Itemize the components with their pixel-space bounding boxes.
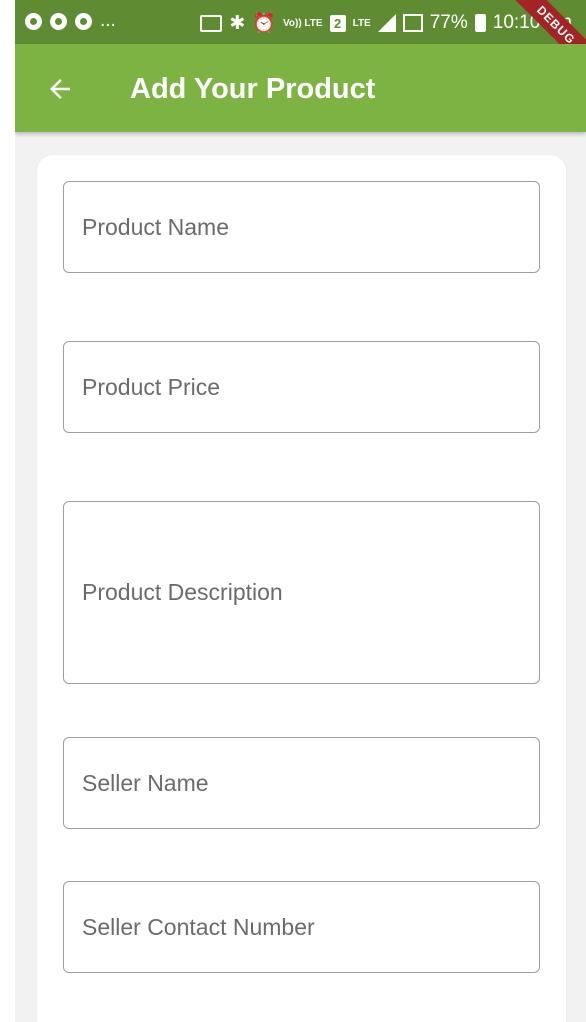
signal-strength-icon	[402, 14, 423, 32]
bluetooth-icon: ✱	[229, 12, 246, 34]
seller-name-placeholder: Seller Name	[82, 769, 209, 796]
product-name-field[interactable]: Product Name	[63, 181, 540, 273]
app-screen: ... ✱ ⏰ Vo)) LTE 2 LTE 77% 10:10 am DEBU…	[15, 0, 586, 1022]
notification-ellipsis: ...	[100, 10, 116, 31]
seller-contact-number-field[interactable]: Seller Contact Number	[63, 881, 540, 973]
product-price-field[interactable]: Product Price	[63, 341, 540, 433]
page-title: Add Your Product	[130, 73, 376, 105]
back-arrow-icon[interactable]	[45, 74, 75, 104]
status-right: ✱ ⏰ Vo)) LTE 2 LTE 77% 10:10 am	[200, 11, 572, 35]
lte-icon: LTE	[352, 17, 371, 29]
sim-icon: 2	[329, 14, 346, 32]
aperture-icon	[75, 12, 92, 30]
status-bar: ... ✱ ⏰ Vo)) LTE 2 LTE 77% 10:10 am DEBU…	[15, 0, 586, 76]
app-bar: Add Your Product	[15, 44, 586, 132]
seller-name-field[interactable]: Seller Name	[63, 737, 540, 829]
seller-contact-number-placeholder: Seller Contact Number	[82, 913, 315, 940]
battery-percent: 77%	[429, 12, 468, 33]
product-description-field[interactable]: Product Description	[63, 501, 540, 684]
product-price-placeholder: Product Price	[82, 373, 221, 400]
battery-icon	[474, 14, 486, 32]
status-left: ...	[25, 10, 116, 32]
volte-icon: Vo)) LTE	[282, 17, 323, 29]
alarm-icon: ⏰	[252, 13, 276, 34]
cast-icon	[200, 14, 223, 32]
aperture-icon	[50, 12, 67, 30]
product-description-placeholder: Product Description	[82, 579, 283, 605]
signal-icon	[377, 14, 396, 32]
aperture-icon	[25, 12, 42, 30]
product-name-placeholder: Product Name	[82, 213, 230, 240]
